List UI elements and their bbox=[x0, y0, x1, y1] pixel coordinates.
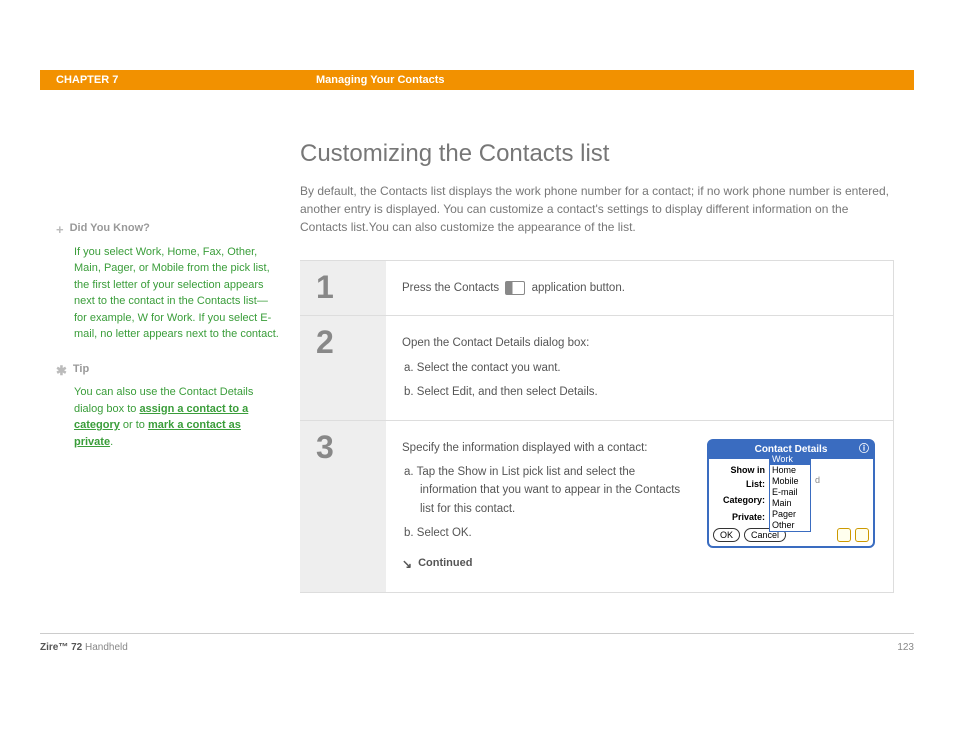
step-number: 1 bbox=[300, 261, 386, 315]
main-content: Customizing the Contacts list By default… bbox=[300, 120, 914, 593]
step-2: 2 Open the Contact Details dialog box: a… bbox=[300, 315, 894, 419]
step-2-text: Open the Contact Details dialog box: a. … bbox=[402, 334, 875, 401]
continued-indicator: ↘ Continued bbox=[402, 555, 691, 574]
step-number: 3 bbox=[300, 421, 386, 592]
note-icon[interactable] bbox=[837, 528, 851, 542]
contacts-app-icon bbox=[505, 281, 525, 295]
step-1: 1 Press the Contacts application button. bbox=[300, 260, 894, 315]
delete-icon[interactable] bbox=[855, 528, 869, 542]
picklist-option[interactable]: Other bbox=[770, 520, 810, 531]
plus-icon: + bbox=[56, 220, 64, 240]
asterisk-icon: ✱ bbox=[56, 361, 67, 381]
show-in-list-label: Show in List: bbox=[713, 463, 765, 492]
device-screenshot: Contact Details ⓘ Show in List: Category… bbox=[707, 439, 875, 549]
show-in-list-picklist[interactable]: Work Home Mobile E-mail Main Pager Other bbox=[769, 453, 811, 532]
picklist-option[interactable]: Home bbox=[770, 465, 810, 476]
step-1-text: Press the Contacts application button. bbox=[402, 279, 875, 297]
page-number: 123 bbox=[897, 642, 914, 653]
header-bar: CHAPTER 7 Managing Your Contacts bbox=[40, 70, 914, 90]
category-label: Category: bbox=[713, 493, 765, 507]
tip-text: You can also use the Contact Details dia… bbox=[56, 384, 280, 450]
picklist-option[interactable]: E-mail bbox=[770, 487, 810, 498]
did-you-know-text: If you select Work, Home, Fax, Other, Ma… bbox=[56, 244, 280, 343]
did-you-know-label: Did You Know? bbox=[70, 220, 150, 237]
sidebar: + Did You Know? If you select Work, Home… bbox=[40, 120, 300, 593]
step-3-text: Specify the information displayed with a… bbox=[402, 439, 691, 574]
picklist-option[interactable]: Mobile bbox=[770, 476, 810, 487]
category-value: d bbox=[815, 473, 820, 487]
footer: Zire™ 72 Handheld 123 bbox=[40, 633, 914, 653]
tip-label: Tip bbox=[73, 361, 89, 378]
section-label: Managing Your Contacts bbox=[316, 74, 914, 86]
chapter-label: CHAPTER 7 bbox=[40, 74, 316, 86]
did-you-know-note: + Did You Know? If you select Work, Home… bbox=[56, 220, 280, 343]
picklist-option[interactable]: Work bbox=[770, 454, 810, 465]
step-number: 2 bbox=[300, 316, 386, 419]
intro-paragraph: By default, the Contacts list displays t… bbox=[300, 182, 894, 236]
page-title: Customizing the Contacts list bbox=[300, 140, 894, 168]
private-label: Private: bbox=[713, 510, 765, 524]
info-icon: ⓘ bbox=[859, 442, 869, 458]
tip-note: ✱ Tip You can also use the Contact Detai… bbox=[56, 361, 280, 451]
product-name: Zire™ 72 Handheld bbox=[40, 642, 128, 653]
step-3: 3 Specify the information displayed with… bbox=[300, 420, 894, 593]
ok-button[interactable]: OK bbox=[713, 528, 740, 542]
arrow-down-right-icon: ↘ bbox=[402, 555, 412, 574]
picklist-option[interactable]: Main bbox=[770, 498, 810, 509]
picklist-option[interactable]: Pager bbox=[770, 509, 810, 520]
